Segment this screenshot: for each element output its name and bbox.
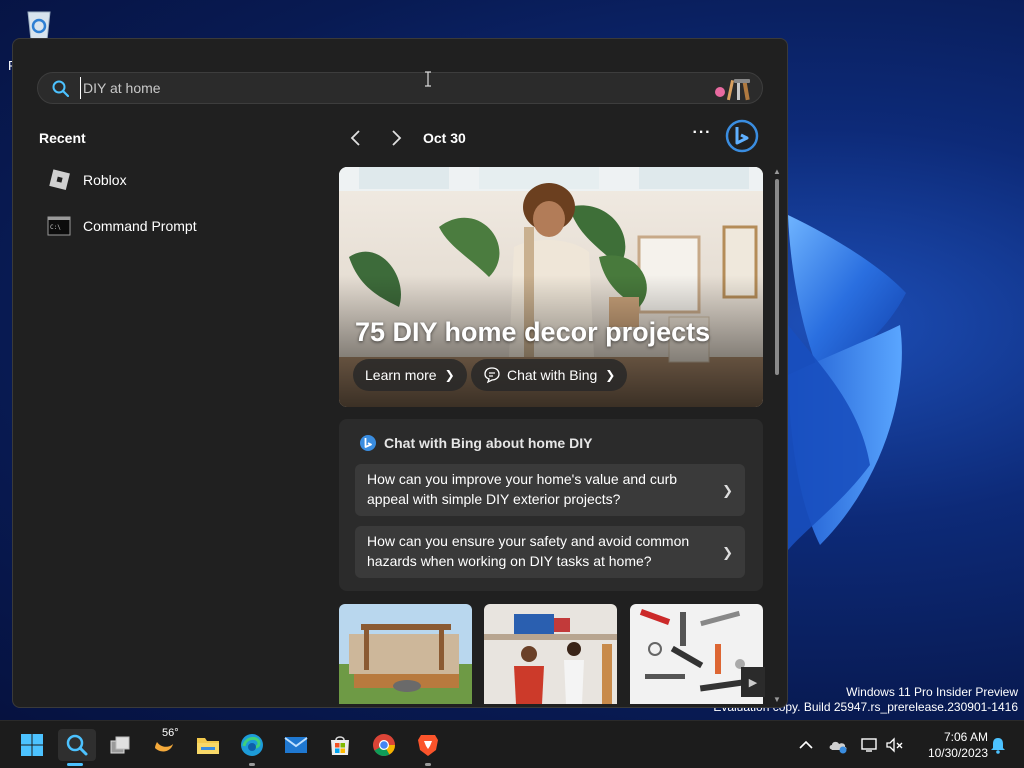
chat-with-bing-button[interactable]: Chat with Bing ❯ (471, 359, 628, 391)
chevron-right-icon: ❯ (444, 368, 455, 382)
bing-chat-icon[interactable] (725, 119, 759, 153)
pergola-image (339, 604, 472, 704)
file-explorer-button[interactable] (192, 729, 224, 761)
show-hidden-icons-chevron-icon[interactable] (796, 735, 816, 755)
edge-button[interactable] (236, 729, 268, 761)
brave-lion-icon (418, 735, 438, 756)
search-box[interactable] (37, 72, 763, 104)
network-icon[interactable] (860, 735, 880, 755)
weather-temperature: 56° (162, 727, 179, 739)
text-cursor-icon (425, 71, 431, 87)
onedrive-icon[interactable] (828, 735, 848, 755)
system-clock[interactable]: 7:06 AM 10/30/2023 (912, 729, 988, 761)
next-day-button[interactable] (387, 127, 405, 149)
scroll-up-icon[interactable]: ▲ (773, 167, 781, 176)
chevron-right-icon: ❯ (722, 483, 733, 498)
svg-text:C:\: C:\ (50, 224, 61, 231)
recycle-bin-icon[interactable] (20, 8, 58, 42)
scrollbar[interactable]: ▲ ▼ (771, 167, 783, 705)
start-button[interactable] (16, 729, 48, 761)
microsoft-store-button[interactable] (324, 729, 356, 761)
brave-button[interactable] (412, 729, 444, 761)
active-app-indicator (67, 763, 83, 766)
chat-with-bing-label: Chat with Bing (507, 367, 598, 383)
bing-icon (360, 435, 376, 451)
hero-card[interactable]: 75 DIY home decor projects Learn more ❯ … (339, 167, 763, 407)
learn-more-label: Learn more (365, 367, 437, 383)
store-icon (331, 736, 349, 755)
bing-chat-card-title: Chat with Bing about home DIY (384, 435, 593, 451)
feed-date: Oct 30 (423, 130, 466, 146)
search-flyout: Recent Roblox C:\ Command Prompt Oct 30 … (12, 38, 788, 708)
volume-muted-icon[interactable] (884, 735, 904, 755)
scroll-thumb[interactable] (775, 179, 779, 375)
taskbar: 56° 7:06 AM 10/30/2023 (0, 720, 1024, 768)
search-icon (66, 734, 88, 756)
bing-question-2[interactable]: How can you ensure your safety and avoid… (355, 526, 745, 578)
chrome-button[interactable] (368, 729, 400, 761)
thumbnails-next-button[interactable]: ▶ (741, 667, 765, 697)
folder-icon (197, 738, 219, 754)
bing-question-text: How can you improve your home's value an… (367, 471, 678, 507)
scroll-down-icon[interactable]: ▼ (773, 695, 781, 704)
bing-question-text: How can you ensure your safety and avoid… (367, 533, 690, 569)
running-app-indicator (249, 763, 255, 766)
bing-chat-card-header: Chat with Bing about home DIY (359, 434, 592, 452)
task-view-icon (110, 736, 130, 754)
previous-day-button[interactable] (347, 127, 365, 149)
recent-item-command-prompt[interactable]: C:\ Command Prompt (47, 211, 307, 241)
windows-logo-icon (21, 734, 43, 756)
roblox-icon (49, 169, 70, 190)
bing-chat-card: Chat with Bing about home DIY How can yo… (339, 419, 763, 591)
edge-icon (241, 734, 263, 756)
chevron-right-icon: ❯ (605, 368, 616, 382)
mail-icon (284, 737, 308, 753)
chevron-right-icon: ❯ (722, 545, 733, 560)
recent-heading: Recent (39, 130, 86, 146)
task-view-button[interactable] (104, 729, 136, 761)
chat-bubble-icon (484, 367, 500, 384)
workshop-image (484, 604, 617, 704)
command-prompt-icon: C:\ (47, 216, 71, 236)
recent-item-roblox[interactable]: Roblox (47, 165, 307, 195)
taskbar-search-button[interactable] (58, 729, 96, 761)
hero-title: 75 DIY home decor projects (355, 317, 711, 347)
thumbnail-pergola[interactable] (339, 604, 472, 704)
mail-button[interactable] (280, 729, 312, 761)
chrome-icon (373, 734, 395, 756)
recent-item-label: Roblox (83, 172, 127, 188)
notification-bell-icon[interactable] (988, 735, 1008, 755)
thumbnail-workshop[interactable] (484, 604, 617, 704)
search-input[interactable] (80, 77, 640, 99)
clock-time: 7:06 AM (943, 730, 988, 744)
diy-tools-icon (715, 79, 750, 101)
clock-date: 10/30/2023 (927, 746, 988, 760)
recent-item-label: Command Prompt (83, 218, 197, 234)
bing-question-1[interactable]: How can you improve your home's value an… (355, 464, 745, 516)
more-options-button[interactable]: ··· (691, 124, 713, 148)
search-icon (52, 80, 69, 97)
learn-more-button[interactable]: Learn more ❯ (353, 359, 467, 391)
running-app-indicator (425, 763, 431, 766)
